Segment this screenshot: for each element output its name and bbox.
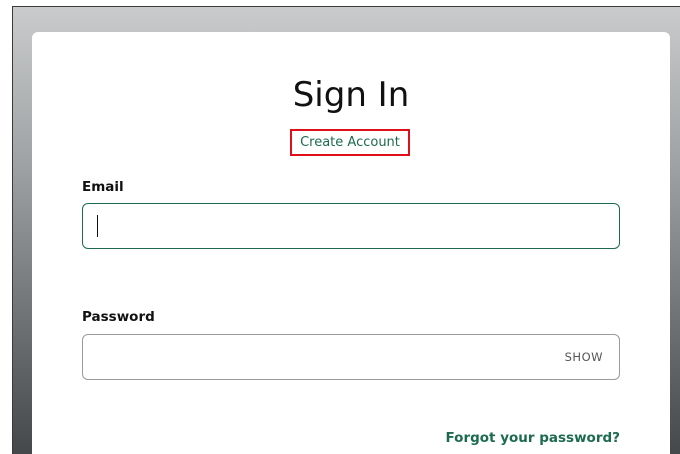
password-field[interactable]: SHOW xyxy=(82,334,620,380)
forgot-password-link[interactable]: Forgot your password? xyxy=(446,430,621,446)
signin-card: Sign In Create Account Email Password SH… xyxy=(32,32,670,454)
page-backdrop: Sign In Create Account Email Password SH… xyxy=(12,6,680,454)
email-field[interactable] xyxy=(82,203,620,249)
text-caret xyxy=(97,215,98,237)
show-password-toggle[interactable]: SHOW xyxy=(565,350,603,364)
password-label: Password xyxy=(82,309,155,325)
page-title: Sign In xyxy=(292,75,410,115)
email-label: Email xyxy=(82,179,124,195)
create-account-link[interactable]: Create Account xyxy=(290,129,410,156)
